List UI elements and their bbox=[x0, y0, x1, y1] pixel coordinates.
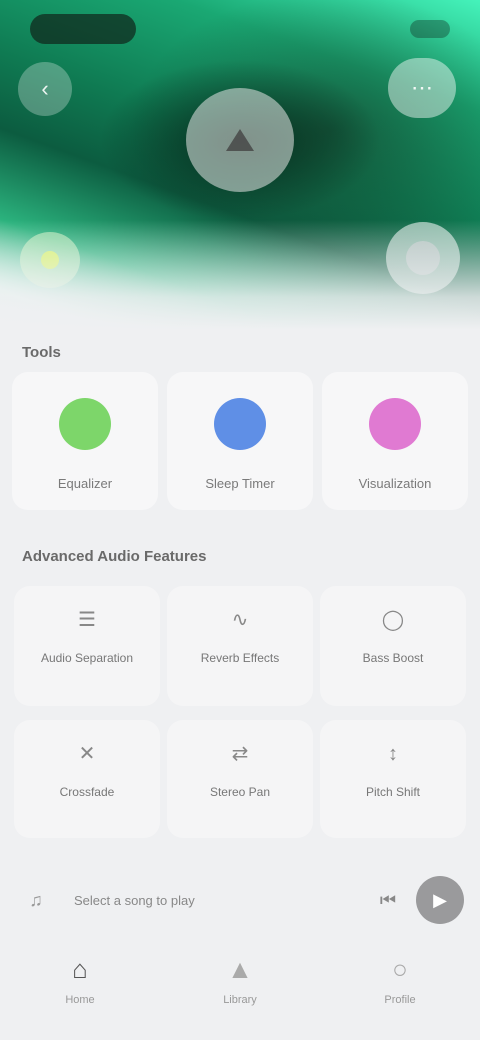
tab-label: Profile bbox=[384, 994, 416, 1006]
tab-library[interactable]: ▲ Library bbox=[180, 954, 300, 1006]
feature-reverb[interactable]: ∿ Reverb Effects bbox=[167, 586, 313, 706]
feature-crossfade[interactable]: ✕ Crossfade bbox=[14, 720, 160, 838]
tool-equalizer[interactable]: Equalizer bbox=[12, 372, 158, 510]
feature-bass-boost[interactable]: ◯ Bass Boost bbox=[320, 586, 466, 706]
play-pause-button[interactable]: ▶ bbox=[416, 876, 464, 924]
feature-label: Audio Separation bbox=[40, 651, 134, 665]
music-note-icon: ♫ bbox=[29, 889, 43, 910]
tab-label: Library bbox=[223, 994, 257, 1006]
feature-label: Reverb Effects bbox=[200, 651, 280, 665]
tools-row: Equalizer Sleep Timer Visualization bbox=[12, 372, 468, 510]
mini-player[interactable]: ♫ Select a song to play ⏮ ▶ bbox=[16, 860, 464, 940]
visualization-icon bbox=[369, 398, 421, 450]
speaker-icon: ◯ bbox=[381, 609, 405, 631]
tab-profile[interactable]: ○ Profile bbox=[340, 954, 460, 1006]
previous-icon: ⏮ bbox=[379, 889, 397, 910]
previous-button[interactable]: ⏮ bbox=[370, 882, 406, 918]
chevron-left-icon: ‹ bbox=[41, 76, 49, 101]
pitch-icon: ↕ bbox=[388, 743, 398, 765]
features-section-title: Advanced Audio Features bbox=[22, 548, 207, 565]
feature-label: Crossfade bbox=[59, 785, 115, 799]
tool-label: Sleep Timer bbox=[205, 476, 275, 491]
bottom-tab-bar: ⌂ Home ▲ Library ○ Profile bbox=[0, 938, 480, 1040]
tool-label: Equalizer bbox=[57, 476, 113, 491]
tool-visualization[interactable]: Visualization bbox=[322, 372, 468, 510]
more-button[interactable]: ⋯ bbox=[388, 58, 456, 118]
timer-icon bbox=[214, 398, 266, 450]
tools-section-title: Tools bbox=[22, 344, 61, 361]
wave-icon: ∿ bbox=[231, 609, 249, 631]
status-bar-time bbox=[30, 14, 136, 44]
feature-audio-separation[interactable]: ☰ Audio Separation bbox=[14, 586, 160, 706]
tag-button[interactable] bbox=[20, 232, 80, 288]
add-icon bbox=[406, 241, 440, 275]
tool-sleep-timer[interactable]: Sleep Timer bbox=[167, 372, 313, 510]
crossfade-icon: ✕ bbox=[78, 743, 96, 765]
hero-banner: ‹ ⋯ bbox=[0, 0, 480, 330]
feature-label: Bass Boost bbox=[362, 651, 424, 665]
layers-icon: ☰ bbox=[78, 609, 96, 631]
play-icon bbox=[226, 129, 254, 151]
hero-play-button[interactable] bbox=[186, 88, 294, 192]
equalizer-icon bbox=[59, 398, 111, 450]
profile-icon: ○ bbox=[392, 954, 408, 984]
tab-home[interactable]: ⌂ Home bbox=[20, 954, 140, 1006]
feature-stereo-pan[interactable]: ⇄ Stereo Pan bbox=[167, 720, 313, 838]
feature-label: Stereo Pan bbox=[209, 785, 271, 799]
library-icon: ▲ bbox=[227, 954, 253, 984]
play-icon: ▶ bbox=[433, 889, 447, 910]
add-button[interactable] bbox=[386, 222, 460, 294]
status-bar-indicators bbox=[410, 20, 450, 38]
back-button[interactable]: ‹ bbox=[18, 62, 72, 116]
home-icon: ⌂ bbox=[72, 954, 88, 984]
features-grid: ☰ Audio Separation ∿ Reverb Effects ◯ Ba… bbox=[14, 586, 466, 838]
now-playing-title: Select a song to play bbox=[74, 892, 195, 908]
tab-label: Home bbox=[65, 994, 95, 1006]
tool-label: Visualization bbox=[358, 476, 432, 491]
feature-pitch-shift[interactable]: ↕ Pitch Shift bbox=[320, 720, 466, 838]
feature-label: Pitch Shift bbox=[365, 785, 421, 799]
pan-icon: ⇄ bbox=[231, 743, 249, 765]
tag-icon bbox=[41, 251, 59, 269]
more-icon: ⋯ bbox=[411, 75, 433, 100]
